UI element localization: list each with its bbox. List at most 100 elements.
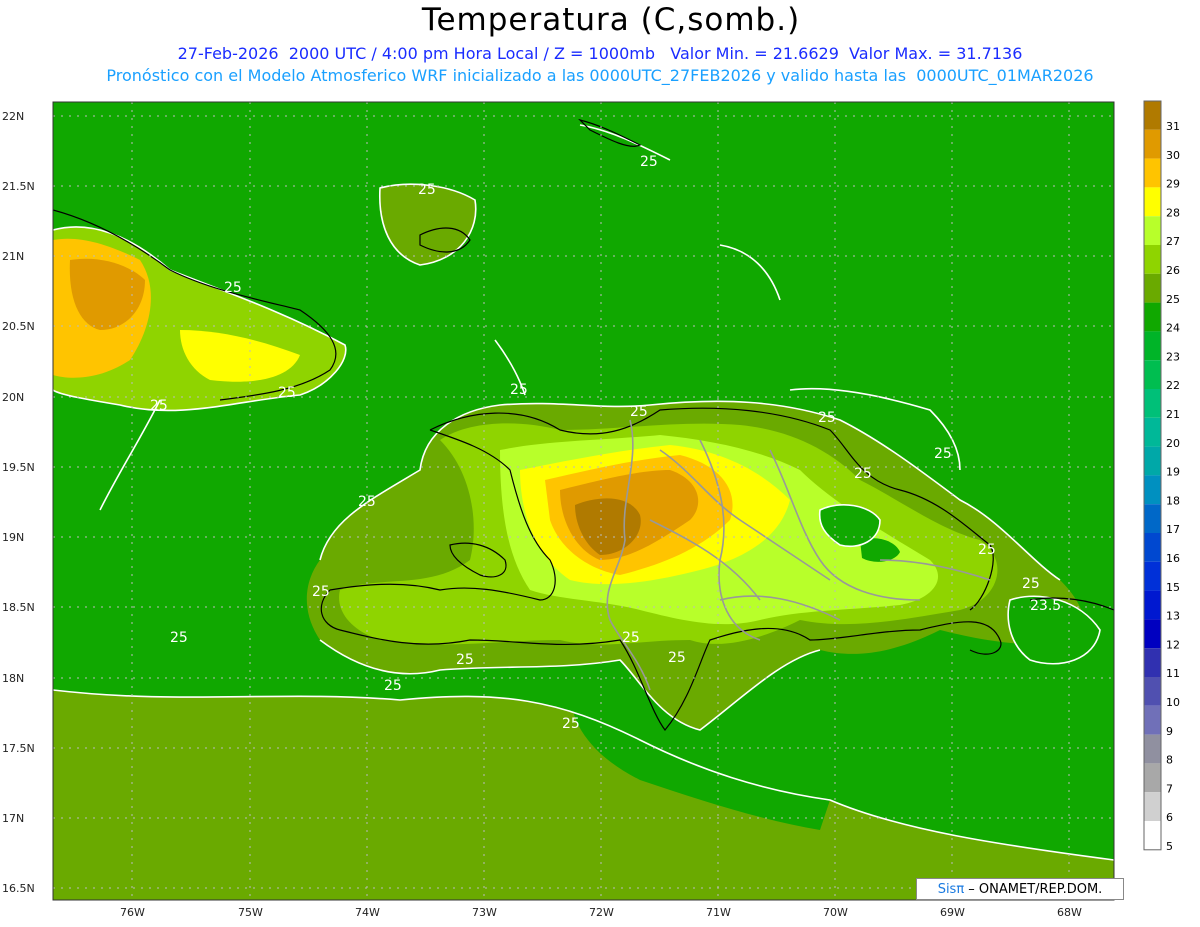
contour-label: 25 [418, 182, 436, 198]
contour-label: 25 [978, 542, 996, 558]
legend-swatch [1144, 129, 1161, 159]
contour-label: 25 [358, 494, 376, 510]
contour-label: 25 [640, 154, 658, 170]
lon-label: 73W [472, 906, 497, 919]
legend-label: 25 [1166, 293, 1180, 306]
credit-text: – ONAMET/REP.DOM. [964, 881, 1103, 897]
legend-label: 20 [1166, 437, 1180, 450]
lat-label: 21.5N [2, 180, 35, 193]
legend-swatch [1144, 187, 1161, 217]
lat-label: 17.5N [2, 742, 35, 755]
legend-label: 18 [1166, 494, 1180, 507]
contour-label: 25 [150, 398, 168, 414]
legend-swatch [1144, 648, 1161, 677]
legend-label: 29 [1166, 178, 1180, 191]
legend-label: 21 [1166, 408, 1180, 421]
legend-swatch [1144, 792, 1161, 821]
legend-label: 19 [1166, 466, 1180, 479]
lat-label: 20N [2, 391, 24, 404]
legend-swatch [1144, 245, 1161, 274]
legend-label: 16 [1166, 552, 1180, 565]
contour-label: 25 [668, 650, 686, 666]
lon-label: 70W [823, 906, 848, 919]
brand-logo-text: Sisπ [937, 881, 965, 897]
legend-swatch [1144, 561, 1161, 591]
legend-swatch [1144, 705, 1161, 735]
lon-label: 72W [589, 906, 614, 919]
lat-label: 18.5N [2, 601, 35, 614]
lat-label: 19.5N [2, 461, 35, 474]
legend-swatch [1144, 417, 1161, 447]
contour-label: 25 [1022, 576, 1040, 592]
legend-label: 7 [1166, 782, 1173, 795]
legend-swatch [1144, 504, 1161, 533]
legend-swatch [1144, 677, 1161, 706]
lat-label: 22N [2, 110, 24, 123]
contour-label: 25 [278, 385, 296, 401]
contour-label: 23.5 [1030, 598, 1061, 614]
credit-box: Sisπ – ONAMET/REP.DOM. [916, 878, 1124, 900]
legend-label: 27 [1166, 235, 1180, 248]
latitude-axis: 22N 21.5N 21N 20.5N 20N 19.5N 19N 18.5N … [2, 110, 35, 895]
legend-label: 12 [1166, 638, 1180, 651]
legend-label: 15 [1166, 581, 1180, 594]
legend-label: 23 [1166, 350, 1180, 363]
lat-label: 21N [2, 250, 24, 263]
color-legend: 31 30 29 28 27 26 25 24 23 22 21 20 19 18 17 16 15 13 12 11… [1143, 100, 1180, 853]
legend-label: 8 [1166, 754, 1173, 767]
legend-label: 6 [1166, 811, 1173, 824]
lon-label: 69W [940, 906, 965, 919]
legend-label: 11 [1166, 667, 1180, 680]
legend-swatch [1144, 101, 1161, 130]
legend-label: 17 [1166, 523, 1180, 536]
legend-swatch [1144, 389, 1161, 418]
legend-swatch [1144, 216, 1161, 245]
legend-swatch [1144, 763, 1161, 793]
legend-swatch [1144, 446, 1161, 476]
lon-label: 74W [355, 906, 380, 919]
contour-label: 25 [630, 404, 648, 420]
legend-label: 26 [1166, 264, 1180, 277]
contour-label: 25 [562, 716, 580, 732]
contour-label: 25 [456, 652, 474, 668]
legend-label: 30 [1166, 149, 1180, 162]
longitude-axis: 76W 75W 74W 73W 72W 71W 70W 69W 68W [120, 906, 1082, 919]
contour-label: 25 [510, 382, 528, 398]
legend-label: 10 [1166, 696, 1180, 709]
legend-swatch [1144, 273, 1161, 303]
legend-label: 5 [1166, 840, 1173, 853]
contour-label: 25 [384, 678, 402, 694]
legend-swatch [1144, 590, 1161, 620]
contour-label: 25 [312, 584, 330, 600]
contour-label: 25 [854, 466, 872, 482]
lat-label: 17N [2, 812, 24, 825]
lon-label: 71W [706, 906, 731, 919]
legend-swatch [1144, 475, 1161, 505]
lon-label: 76W [120, 906, 145, 919]
legend-label: 31 [1166, 120, 1180, 133]
lat-label: 19N [2, 531, 24, 544]
legend-swatch [1144, 331, 1161, 361]
contour-label: 25 [622, 630, 640, 646]
legend-swatch [1144, 619, 1161, 649]
lon-label: 75W [238, 906, 263, 919]
temperature-map: 25 25 25 25 25 25 25 25 25 25 25 25 25 2… [2, 100, 1180, 919]
legend-swatch [1144, 302, 1161, 332]
lon-label: 68W [1057, 906, 1082, 919]
lat-label: 16.5N [2, 882, 35, 895]
legend-label: 24 [1166, 322, 1180, 335]
lat-label: 18N [2, 672, 24, 685]
legend-swatch [1144, 821, 1161, 850]
legend-swatch [1144, 533, 1161, 562]
legend-label: 9 [1166, 725, 1173, 738]
contour-label: 25 [170, 630, 188, 646]
contour-label: 25 [934, 446, 952, 462]
contour-label: 25 [818, 410, 836, 426]
legend-label: 28 [1166, 206, 1180, 219]
legend-label: 22 [1166, 379, 1180, 392]
legend-swatch [1144, 360, 1161, 389]
contour-label: 25 [224, 280, 242, 296]
legend-swatch [1144, 158, 1161, 188]
legend-label: 13 [1166, 610, 1180, 623]
lat-label: 20.5N [2, 320, 35, 333]
